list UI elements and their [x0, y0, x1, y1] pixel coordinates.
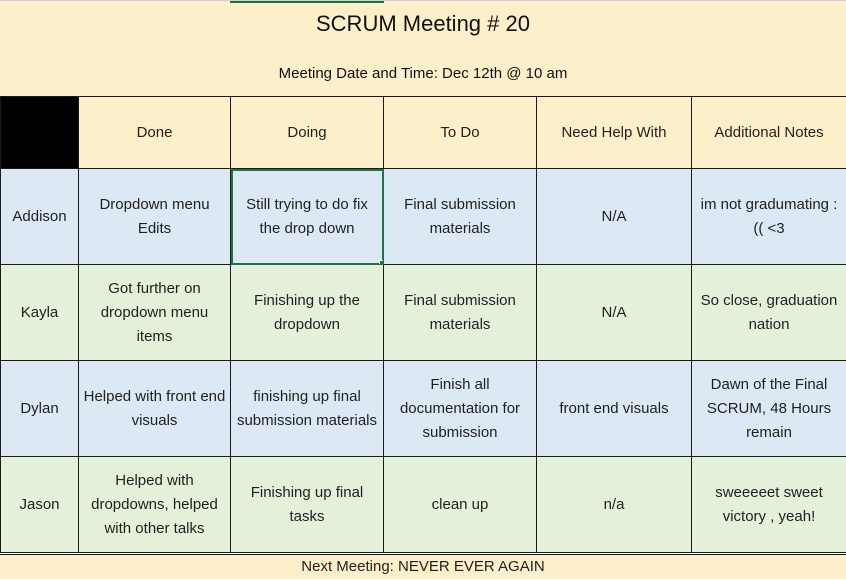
help-cell[interactable]: front end visuals	[536, 360, 692, 457]
member-name-cell[interactable]: Kayla	[0, 264, 79, 361]
column-selection-indicator	[230, 1, 384, 3]
doing-cell-selected[interactable]: Still trying to do fix the drop down	[230, 168, 384, 265]
column-header-need-help[interactable]: Need Help With	[536, 96, 692, 169]
corner-cell[interactable]	[0, 96, 79, 169]
help-cell[interactable]: N/A	[536, 264, 692, 361]
help-cell[interactable]: n/a	[536, 456, 692, 553]
notes-cell[interactable]: sweeeeet sweet victory , yeah!	[691, 456, 846, 553]
sheet-header: SCRUM Meeting # 20 Meeting Date and Time…	[0, 0, 846, 97]
table-row: Dylan Helped with front end visuals fini…	[0, 360, 846, 457]
header-row: Done Doing To Do Need Help With Addition…	[0, 96, 846, 169]
done-cell[interactable]: Helped with dropdowns, helped with other…	[78, 456, 231, 553]
doing-cell-text: Still trying to do fix the drop down	[246, 195, 368, 237]
todo-cell[interactable]: Final submission materials	[383, 264, 537, 361]
column-header-todo[interactable]: To Do	[383, 96, 537, 169]
doing-cell[interactable]: Finishing up the dropdown	[230, 264, 384, 361]
fill-handle[interactable]	[379, 260, 383, 264]
help-cell[interactable]: N/A	[536, 168, 692, 265]
table-row: Jason Helped with dropdowns, helped with…	[0, 456, 846, 553]
member-name-cell[interactable]: Addison	[0, 168, 79, 265]
doing-cell[interactable]: finishing up final submission materials	[230, 360, 384, 457]
member-name-cell[interactable]: Dylan	[0, 360, 79, 457]
done-cell[interactable]: Got further on dropdown menu items	[78, 264, 231, 361]
notes-cell[interactable]: im not gradumating :(( <3	[691, 168, 846, 265]
notes-cell[interactable]: So close, graduation nation	[691, 264, 846, 361]
next-meeting-footer[interactable]: Next Meeting: NEVER EVER AGAIN	[0, 554, 846, 580]
done-cell[interactable]: Helped with front end visuals	[78, 360, 231, 457]
member-name-cell[interactable]: Jason	[0, 456, 79, 553]
scrum-table: Done Doing To Do Need Help With Addition…	[0, 96, 846, 553]
page-title[interactable]: SCRUM Meeting # 20	[0, 11, 846, 37]
done-cell[interactable]: Dropdown menu Edits	[78, 168, 231, 265]
table-row: Addison Dropdown menu Edits Still trying…	[0, 168, 846, 265]
table-row: Kayla Got further on dropdown menu items…	[0, 264, 846, 361]
notes-cell[interactable]: Dawn of the Final SCRUM, 48 Hours remain	[691, 360, 846, 457]
column-header-done[interactable]: Done	[78, 96, 231, 169]
column-header-doing[interactable]: Doing	[230, 96, 384, 169]
todo-cell[interactable]: clean up	[383, 456, 537, 553]
column-header-notes[interactable]: Additional Notes	[691, 96, 846, 169]
spreadsheet-sheet: SCRUM Meeting # 20 Meeting Date and Time…	[0, 0, 846, 580]
doing-cell[interactable]: Finishing up final tasks	[230, 456, 384, 553]
meeting-date[interactable]: Meeting Date and Time: Dec 12th @ 10 am	[0, 65, 846, 82]
todo-cell[interactable]: Finish all documentation for submission	[383, 360, 537, 457]
todo-cell[interactable]: Final submission materials	[383, 168, 537, 265]
